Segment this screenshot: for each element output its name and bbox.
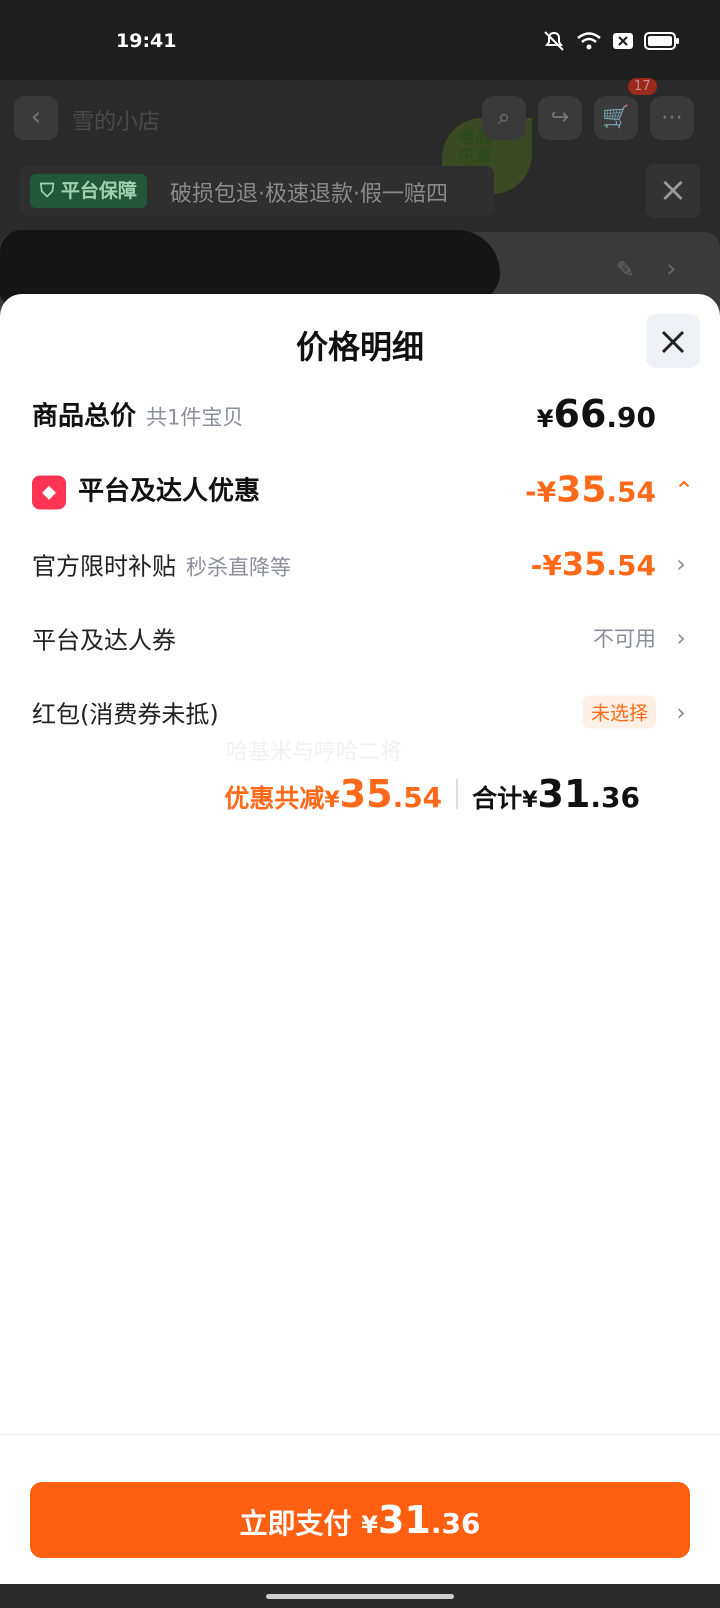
grand-total: 合计¥31.36 [472,772,640,816]
search-icon[interactable]: ⌕ [482,96,526,140]
close-icon [661,330,685,353]
status-icons [542,30,680,56]
product-total-row: 商品总价 共1件宝贝 ¥66.90 [32,386,688,442]
close-button[interactable] [646,314,700,368]
summary-divider [456,779,459,809]
platform-discount-amount: -¥35.54 [525,469,656,511]
sheet-title: 价格明细 [295,328,424,366]
chevron-right-icon[interactable]: › [674,698,688,726]
tag-icon: ◆ [32,475,66,510]
platform-discount-row[interactable]: ◆ 平台及达人优惠 -¥35.54 ⌃ [32,462,694,518]
background-page: ‹ 雪的小店 电商 乐享 ⌕ ↪ 🛒 ⋯ 17 ⛉ 平台保障 破损包退·极速退款… [0,78,720,312]
sim-icon [612,32,634,54]
red-packet-value: 未选择 [582,695,656,729]
product-total-price: ¥66.90 [536,392,656,436]
product-count: 共1件宝贝 [146,405,244,430]
wifi-icon [576,31,602,55]
battery-icon [644,32,680,54]
guarantee-bar: ⛉ 平台保障 破损包退·极速退款·假一赔四 [20,166,494,216]
chevron-right-icon[interactable]: › [674,550,688,578]
platform-discount-label: 平台及达人优惠 [78,476,261,507]
footer-divider [0,1434,720,1435]
official-subsidy-sub: 秒杀直降等 [186,555,291,580]
official-subsidy-row[interactable]: 官方限时补贴 秒杀直降等 -¥35.54 › [32,536,688,592]
status-bar: 19:41 [0,0,720,80]
chevron-right-icon[interactable]: › [674,624,688,652]
product-total-label: 商品总价 [32,401,137,432]
home-indicator[interactable] [266,1594,454,1599]
price-detail-sheet: 价格明细 商品总价 共1件宝贝 ¥66.90 ◆ 平台及达人优惠 -¥35.54 ⌃… [0,294,720,1584]
red-packet-row[interactable]: 红包(消费券未抵) 未选择 › [32,684,688,740]
price-summary: 优惠共减¥35.54 合计¥31.36 [224,772,640,816]
more-icon[interactable]: ⋯ [650,96,694,140]
mute-icon [542,30,566,56]
watermark: 哈基米与哼哈二将 [226,740,403,765]
status-time: 19:41 [116,30,177,52]
navigation-bar [0,1584,720,1608]
cart-icon[interactable]: 🛒 [594,96,638,140]
share-icon[interactable]: ↪ [538,96,582,140]
coupon-value: 不可用 [593,627,656,651]
coupon-label: 平台及达人券 [32,626,176,655]
edit-icon[interactable]: ✎ [616,258,634,283]
chevron-right-icon[interactable]: › [666,254,676,284]
pay-now-button[interactable]: 立即支付 ¥31.36 [30,1482,690,1558]
coupon-row[interactable]: 平台及达人券 不可用 › [32,610,688,666]
guarantee-text: 破损包退·极速退款·假一赔四 [170,182,448,207]
total-discount: 优惠共减¥35.54 [224,772,443,816]
guarantee-close-icon[interactable]: × [646,164,700,218]
red-packet-label: 红包(消费券未抵) [32,700,219,729]
shield-icon: ⛉ [40,180,61,202]
cart-badge: 17 [628,78,657,95]
guarantee-badge: ⛉ 平台保障 [30,174,147,208]
store-name: 雪的小店 [72,110,161,135]
official-subsidy-label: 官方限时补贴 [32,552,176,581]
chevron-up-icon[interactable]: ⌃ [674,476,694,504]
redaction-scribble [0,230,500,302]
back-icon[interactable]: ‹ [14,96,58,140]
official-subsidy-amount: -¥35.54 [530,545,656,583]
